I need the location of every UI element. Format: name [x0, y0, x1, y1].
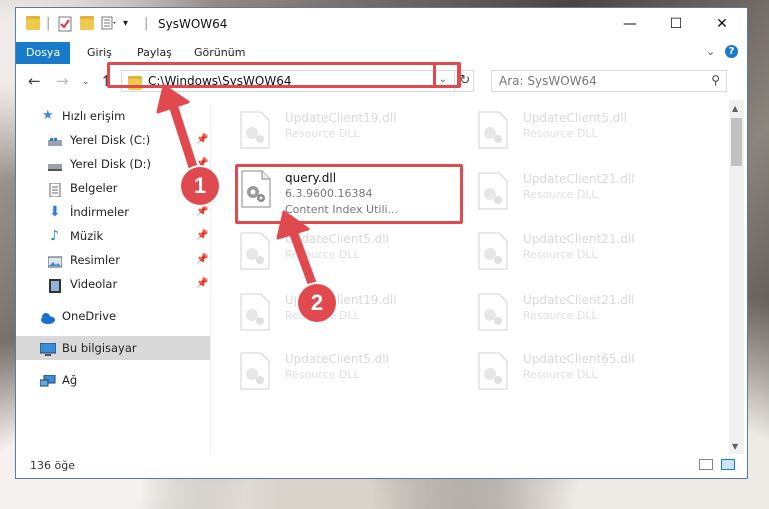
- step-1-badge: 1: [181, 167, 219, 205]
- help-icon[interactable]: ?: [725, 45, 738, 58]
- properties-icon[interactable]: [58, 16, 72, 37]
- pin-icon[interactable]: 📌: [196, 128, 208, 152]
- file-item[interactable]: UpdateClient19.dll Resource DLL: [237, 107, 462, 163]
- item-count: 136 öğe: [30, 459, 75, 472]
- file-item[interactable]: UpdateClient21.dll Resource DLL: [475, 289, 700, 345]
- ribbon-tabs: Dosya Giriş Paylaş Görünüm ⌄ ?: [16, 42, 747, 64]
- computer-icon: [39, 341, 57, 356]
- title-bar: | ▾ | SysWOW64 — ☐ ✕: [16, 8, 747, 42]
- file-item[interactable]: UpdateClient19.dll Resource DLL: [237, 289, 462, 345]
- tab-paylas[interactable]: Paylaş: [127, 42, 182, 64]
- sidebar-item-indirmeler[interactable]: ⬇ İndirmeler 📌: [16, 200, 210, 224]
- customize-toolbar-icon[interactable]: [101, 16, 117, 35]
- highlight-box-refresh: [433, 62, 460, 88]
- window-title: SysWOW64: [158, 17, 228, 31]
- file-item[interactable]: UpdateClient65.dll Resource DLL: [475, 348, 700, 404]
- sidebar-item-quick-access[interactable]: ★ Hızlı erişim: [16, 104, 210, 128]
- search-icon[interactable]: ⚲: [711, 73, 720, 87]
- sidebar-item-ag[interactable]: Ağ: [16, 368, 210, 392]
- forward-arrow-icon[interactable]: →: [56, 72, 69, 90]
- status-bar: 136 öğe: [16, 454, 747, 478]
- file-description: Resource DLL: [523, 309, 598, 322]
- tab-gorunum[interactable]: Görünüm: [184, 42, 255, 64]
- folder-icon: [26, 16, 40, 35]
- search-input[interactable]: Ara: SysWOW64: [499, 74, 597, 88]
- network-icon: [39, 373, 56, 387]
- vertical-scrollbar[interactable]: ▲ ▼: [729, 100, 744, 454]
- file-name: UpdateClient19.dll: [285, 111, 397, 125]
- drive-icon: [48, 157, 62, 171]
- scroll-thumb[interactable]: [731, 118, 742, 166]
- separator: |: [144, 16, 149, 31]
- sidebar-item-onedrive[interactable]: OneDrive: [16, 304, 210, 328]
- file-description: Resource DLL: [523, 368, 598, 381]
- file-name: UpdateClient21.dll: [523, 172, 635, 186]
- back-arrow-icon[interactable]: ←: [28, 72, 41, 90]
- search-box[interactable]: Ara: SysWOW64 ⚲: [491, 70, 727, 92]
- close-button[interactable]: ✕: [699, 8, 745, 40]
- sidebar-item-muzik[interactable]: ♪ Müzik 📌: [16, 224, 210, 248]
- dll-file-icon: [240, 111, 270, 149]
- dll-file-icon: [478, 232, 508, 270]
- pin-icon[interactable]: 📌: [196, 272, 208, 296]
- file-name: UpdateClient5.dll: [285, 232, 389, 246]
- file-item[interactable]: UpdateClient21.dll Resource DLL: [475, 168, 700, 224]
- file-description: Resource DLL: [523, 127, 598, 140]
- file-item[interactable]: UpdateClient5.dll Resource DLL: [237, 228, 462, 284]
- download-icon: ⬇: [49, 204, 61, 220]
- scroll-up-icon[interactable]: ▲: [732, 104, 738, 113]
- file-name: UpdateClient65.dll: [523, 352, 635, 366]
- highlight-box-file: [235, 164, 463, 224]
- file-name: UpdateClient21.dll: [523, 293, 635, 307]
- highlight-box-address: [107, 62, 461, 88]
- dll-file-icon: [478, 111, 508, 149]
- sidebar-item-videolar[interactable]: Videolar 📌: [16, 272, 210, 296]
- tab-dosya[interactable]: Dosya: [16, 42, 71, 64]
- tab-giris[interactable]: Giriş: [77, 42, 122, 64]
- maximize-button[interactable]: ☐: [653, 8, 699, 40]
- step-2-badge: 2: [298, 284, 336, 322]
- minimize-button[interactable]: —: [607, 8, 653, 40]
- pane-divider: [210, 104, 211, 454]
- pin-icon[interactable]: 📌: [196, 224, 208, 248]
- details-view-icon[interactable]: [699, 459, 713, 470]
- file-description: Resource DLL: [523, 188, 598, 201]
- sidebar-item-local-disk-c[interactable]: Yerel Disk (C:) 📌: [16, 128, 210, 152]
- cloud-icon: [40, 309, 55, 324]
- pictures-icon: [47, 253, 63, 268]
- video-icon: [48, 277, 62, 293]
- dll-file-icon: [478, 293, 508, 331]
- document-icon: [48, 181, 62, 198]
- sidebar-item-local-disk-d[interactable]: Yerel Disk (D:) 📌: [16, 152, 210, 176]
- music-icon: ♪: [50, 228, 59, 244]
- file-description: Resource DLL: [523, 248, 598, 261]
- dll-file-icon: [240, 293, 270, 331]
- file-item[interactable]: UpdateClient5.dll Resource DLL: [475, 107, 700, 163]
- dll-file-icon: [478, 172, 508, 210]
- file-description: Resource DLL: [285, 368, 360, 381]
- file-name: UpdateClient5.dll: [523, 111, 627, 125]
- quick-access-dropdown-icon[interactable]: ▾: [123, 16, 128, 32]
- separator: |: [46, 16, 51, 31]
- expand-ribbon-icon[interactable]: ⌄: [706, 45, 715, 58]
- large-icons-view-icon[interactable]: [721, 459, 735, 470]
- sidebar-item-bu-bilgisayar[interactable]: Bu bilgisayar: [16, 336, 210, 360]
- star-icon: ★: [42, 108, 54, 123]
- file-item[interactable]: UpdateClient5.dll Resource DLL: [237, 348, 462, 404]
- new-folder-icon[interactable]: [80, 16, 94, 35]
- file-item[interactable]: UpdateClient21.dll Resource DLL: [475, 228, 700, 284]
- drive-icon: [48, 133, 62, 147]
- pin-icon[interactable]: 📌: [196, 248, 208, 272]
- sidebar-item-resimler[interactable]: Resimler 📌: [16, 248, 210, 272]
- dll-file-icon: [240, 352, 270, 390]
- navigation-pane: ★ Hızlı erişim Yerel Disk (C:) 📌 Yerel D…: [16, 104, 210, 454]
- dll-file-icon: [478, 352, 508, 390]
- file-name: UpdateClient5.dll: [285, 352, 389, 366]
- file-name: UpdateClient21.dll: [523, 232, 635, 246]
- scroll-down-icon[interactable]: ▼: [732, 442, 738, 451]
- dll-file-icon: [240, 232, 270, 270]
- file-description: Resource DLL: [285, 127, 360, 140]
- recent-locations-icon[interactable]: ⌄: [82, 77, 90, 87]
- file-description: Resource DLL: [285, 248, 360, 261]
